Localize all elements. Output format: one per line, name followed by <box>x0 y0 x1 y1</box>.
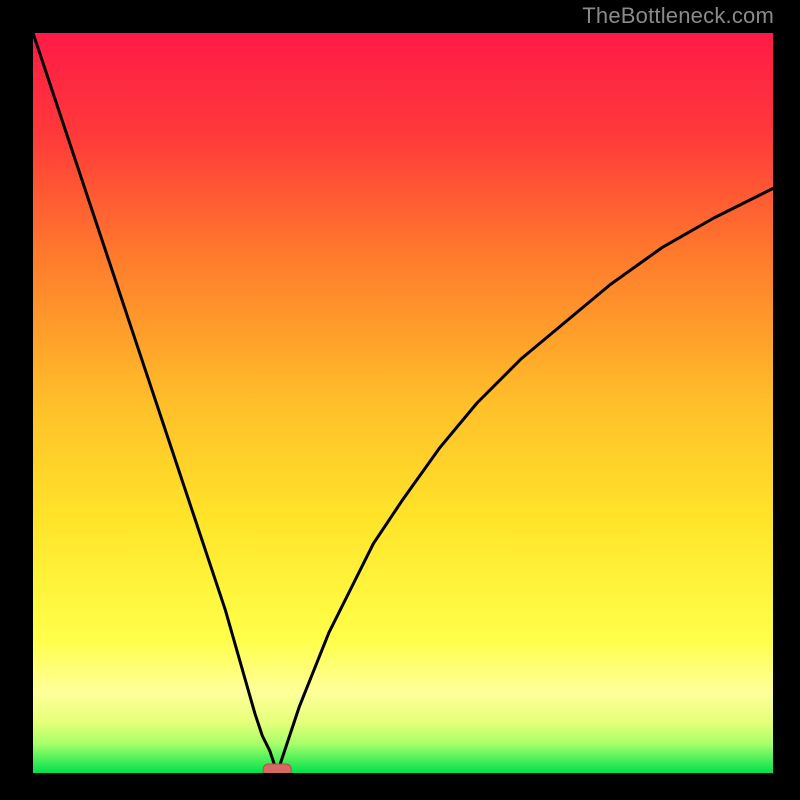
bottleneck-chart <box>33 33 773 773</box>
chart-svg <box>33 33 773 773</box>
chart-background-gradient <box>33 33 773 773</box>
attribution-text: TheBottleneck.com <box>582 3 774 29</box>
notch-marker <box>263 764 291 773</box>
page-root: TheBottleneck.com <box>0 0 800 800</box>
